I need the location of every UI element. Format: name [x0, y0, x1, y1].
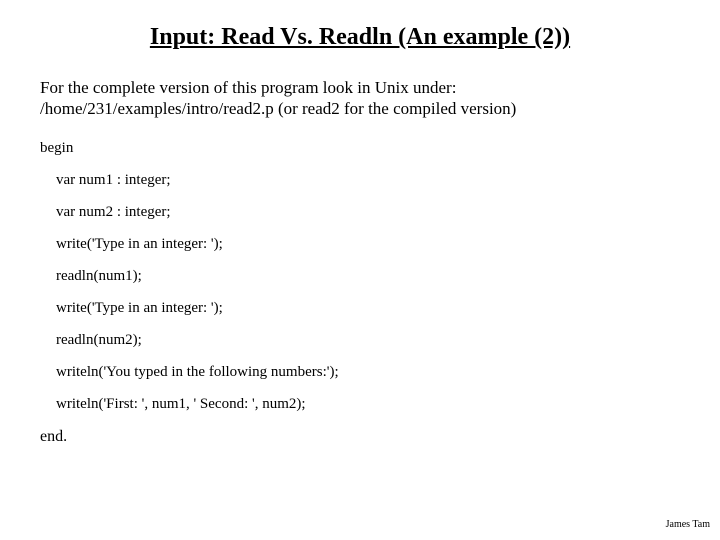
intro-text: For the complete version of this program… [40, 77, 680, 120]
code-line-6: readln(num2); [40, 332, 680, 349]
intro-line-2: /home/231/examples/intro/read2.p (or rea… [40, 99, 516, 118]
author-footer: James Tam [666, 519, 710, 530]
intro-line-1: For the complete version of this program… [40, 78, 456, 97]
code-line-8: writeln('First: ', num1, ' Second: ', nu… [40, 396, 680, 413]
code-line-2: var num2 : integer; [40, 204, 680, 221]
code-line-4: readln(num1); [40, 268, 680, 285]
slide-title: Input: Read Vs. Readln (An example (2)) [68, 24, 652, 51]
code-line-7: writeln('You typed in the following numb… [40, 364, 680, 381]
code-begin: begin [40, 140, 680, 157]
code-block: begin var num1 : integer; var num2 : int… [40, 140, 680, 446]
code-line-3: write('Type in an integer: '); [40, 236, 680, 253]
code-line-5: write('Type in an integer: '); [40, 300, 680, 317]
code-end: end. [40, 428, 680, 446]
code-line-1: var num1 : integer; [40, 172, 680, 189]
